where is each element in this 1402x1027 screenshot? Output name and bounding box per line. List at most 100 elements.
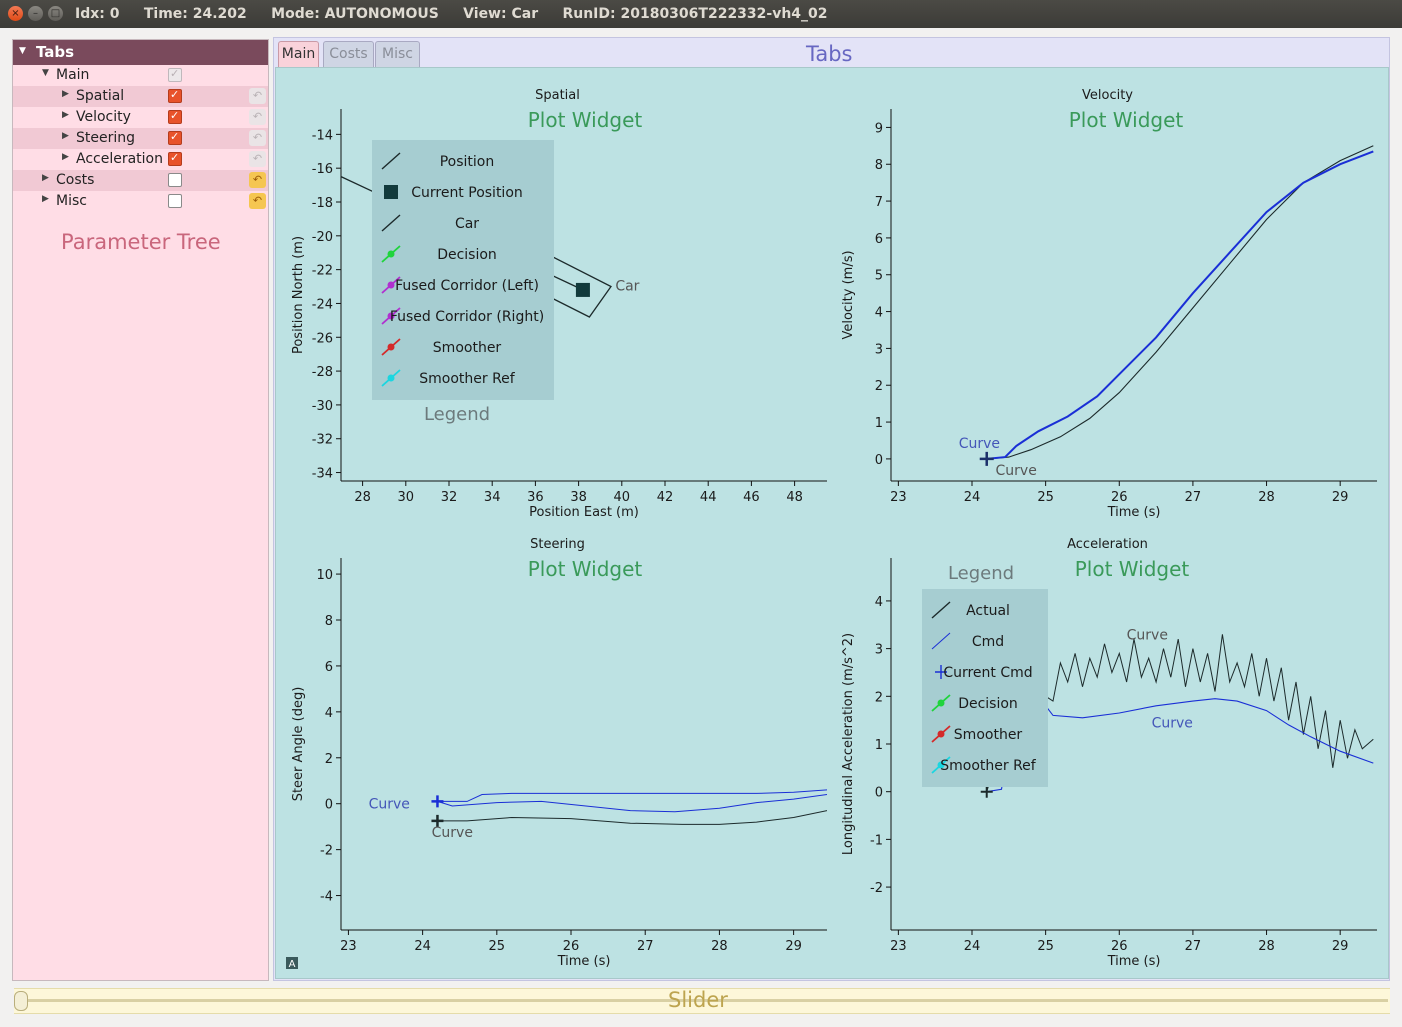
tree-row-label: Main <box>56 67 90 83</box>
y-tick-label: 0 <box>325 798 333 813</box>
y-tick-label: -34 <box>312 467 333 482</box>
reset-default-icon[interactable]: ↶ <box>249 130 266 146</box>
legend-smoother: Smoother <box>433 340 502 356</box>
main-checkbox[interactable] <box>168 67 182 82</box>
x-axis-label: Position East (m) <box>529 505 639 520</box>
misc-checkbox[interactable] <box>168 194 182 208</box>
x-tick-label: 29 <box>785 939 802 954</box>
collapse-arrow-icon[interactable]: ▼ <box>19 46 26 56</box>
reset-default-icon[interactable]: ↶ <box>249 193 266 209</box>
tab-costs[interactable]: Costs <box>323 41 374 67</box>
tree-row-costs[interactable]: ▶ Costs ↶ <box>13 170 268 191</box>
y-tick-label: -1 <box>870 833 883 848</box>
y-tick-label: 8 <box>875 158 883 173</box>
x-tick-label: 29 <box>1332 490 1349 505</box>
series-actual <box>986 145 1374 460</box>
tab-main[interactable]: Main <box>278 41 319 67</box>
y-tick-label: -30 <box>312 399 333 414</box>
legend-decision: Decision <box>437 247 497 263</box>
y-tick-label: -4 <box>320 890 333 905</box>
chart-title: Spatial <box>535 88 580 103</box>
legend-title: Legend <box>424 404 490 425</box>
legend-smoother: Smoother <box>954 727 1023 743</box>
x-tick-label: 30 <box>398 490 415 505</box>
tree-header-tabs[interactable]: ▼ Tabs <box>13 40 268 65</box>
tree-row-spatial[interactable]: ▶ Spatial ↶ <box>13 86 268 107</box>
y-tick-label: 9 <box>875 121 883 136</box>
y-axis-label: Velocity (m/s) <box>841 250 856 339</box>
parameter-tree-panel: ▼ Tabs ▼ Main ▶ Spatial ↶ ▶ Velocity ↶ ▶… <box>12 39 269 981</box>
curve-label-cmd: Curve <box>1152 716 1193 732</box>
spatial-checkbox[interactable] <box>168 88 182 103</box>
steering-checkbox[interactable] <box>168 130 182 145</box>
tabs-title: Tabs <box>806 42 853 66</box>
y-tick-label: 0 <box>875 786 883 801</box>
expand-arrow-icon[interactable]: ▶ <box>42 194 49 204</box>
expand-arrow-icon[interactable]: ▶ <box>62 89 69 99</box>
reset-default-icon[interactable]: ↶ <box>249 172 266 188</box>
plot-widget-label: Plot Widget <box>1075 557 1190 581</box>
y-axis-label: Longitudinal Acceleration (m/s^2) <box>841 633 856 855</box>
tree-row-label: Velocity <box>76 109 131 125</box>
y-tick-label: -14 <box>312 128 333 143</box>
tree-row-steering[interactable]: ▶ Steering ↶ <box>13 128 268 149</box>
expand-arrow-icon[interactable]: ▶ <box>62 131 69 141</box>
window-title: Idx: 0 Time: 24.202 Mode: AUTONOMOUS Vie… <box>75 6 828 22</box>
y-tick-label: -24 <box>312 297 333 312</box>
tree-row-main[interactable]: ▼ Main <box>13 65 268 86</box>
current-actual-marker-icon <box>980 785 993 798</box>
tree-row-misc[interactable]: ▶ Misc ↶ <box>13 191 268 212</box>
y-tick-label: 0 <box>875 453 883 468</box>
reset-default-icon[interactable]: ↶ <box>249 151 266 167</box>
y-tick-label: -18 <box>312 196 333 211</box>
steering-plot[interactable]: Steering 23 24 25 26 27 28 29 10 8 6 4 2 0 -2 -4 Time (s… <box>286 527 829 969</box>
collapse-arrow-icon[interactable]: ▼ <box>42 68 49 78</box>
legend-current-cmd: Current Cmd <box>943 665 1032 681</box>
y-tick-label: 10 <box>316 568 333 583</box>
minimize-window-button[interactable]: – <box>28 6 43 21</box>
legend-fused-right: Fused Corridor (Right) <box>390 309 544 325</box>
y-tick-label: -26 <box>312 331 333 346</box>
spatial-plot[interactable]: Spatial 28 30 32 34 36 38 40 42 44 46 48 -14 -16 -18 -2… <box>286 78 829 520</box>
acceleration-plot[interactable]: Acceleration 23 24 25 26 27 28 29 4 3 2 1 0 -1 -2 Time … <box>836 527 1379 969</box>
y-tick-label: -16 <box>312 162 333 177</box>
velocity-checkbox[interactable] <box>168 109 182 124</box>
expand-arrow-icon[interactable]: ▶ <box>62 152 69 162</box>
series-current-position <box>575 282 590 297</box>
tree-row-velocity[interactable]: ▶ Velocity ↶ <box>13 107 268 128</box>
x-tick-label: 48 <box>786 490 803 505</box>
reset-default-icon[interactable]: ↶ <box>249 88 266 104</box>
tree-row-label: Costs <box>56 172 95 188</box>
legend-dot-icon <box>387 281 395 289</box>
chart-title: Steering <box>530 537 585 552</box>
y-tick-label: 4 <box>875 306 883 321</box>
x-tick-label: 25 <box>489 939 506 954</box>
expand-arrow-icon[interactable]: ▶ <box>62 110 69 120</box>
tab-misc[interactable]: Misc <box>375 41 420 67</box>
acceleration-checkbox[interactable] <box>168 151 182 166</box>
y-tick-label: -20 <box>312 230 333 245</box>
velocity-plot[interactable]: Velocity 23 24 25 26 27 28 29 0 1 2 3 4 5 6 7 8 9 Time (s)… <box>836 78 1379 520</box>
legend-dot-icon <box>937 699 945 707</box>
y-tick-label: 4 <box>325 706 333 721</box>
x-tick-label: 34 <box>484 490 501 505</box>
expand-arrow-icon[interactable]: ▶ <box>42 173 49 183</box>
y-tick-label: -28 <box>312 365 333 380</box>
y-tick-label: 6 <box>325 660 333 675</box>
chart-svg: Acceleration 23 24 25 26 27 28 29 4 3 2 1 0 -1 -2 Time … <box>841 537 1377 969</box>
close-window-button[interactable]: × <box>8 6 23 21</box>
plot-widget-label: Plot Widget <box>528 108 643 132</box>
current-marker-icon <box>979 451 994 466</box>
costs-checkbox[interactable] <box>168 173 182 187</box>
time-slider-handle[interactable] <box>14 991 28 1011</box>
series-smoother <box>437 810 827 825</box>
y-tick-label: 5 <box>875 269 883 284</box>
series-actual <box>437 789 827 802</box>
x-tick-label: 46 <box>743 490 760 505</box>
tree-row-acceleration[interactable]: ▶ Acceleration ↶ <box>13 149 268 170</box>
curve-label-actual: Curve <box>996 463 1037 479</box>
x-tick-label: 32 <box>441 490 458 505</box>
y-tick-label: -2 <box>870 881 883 896</box>
maximize-window-button[interactable]: □ <box>48 6 63 21</box>
reset-default-icon[interactable]: ↶ <box>249 109 266 125</box>
